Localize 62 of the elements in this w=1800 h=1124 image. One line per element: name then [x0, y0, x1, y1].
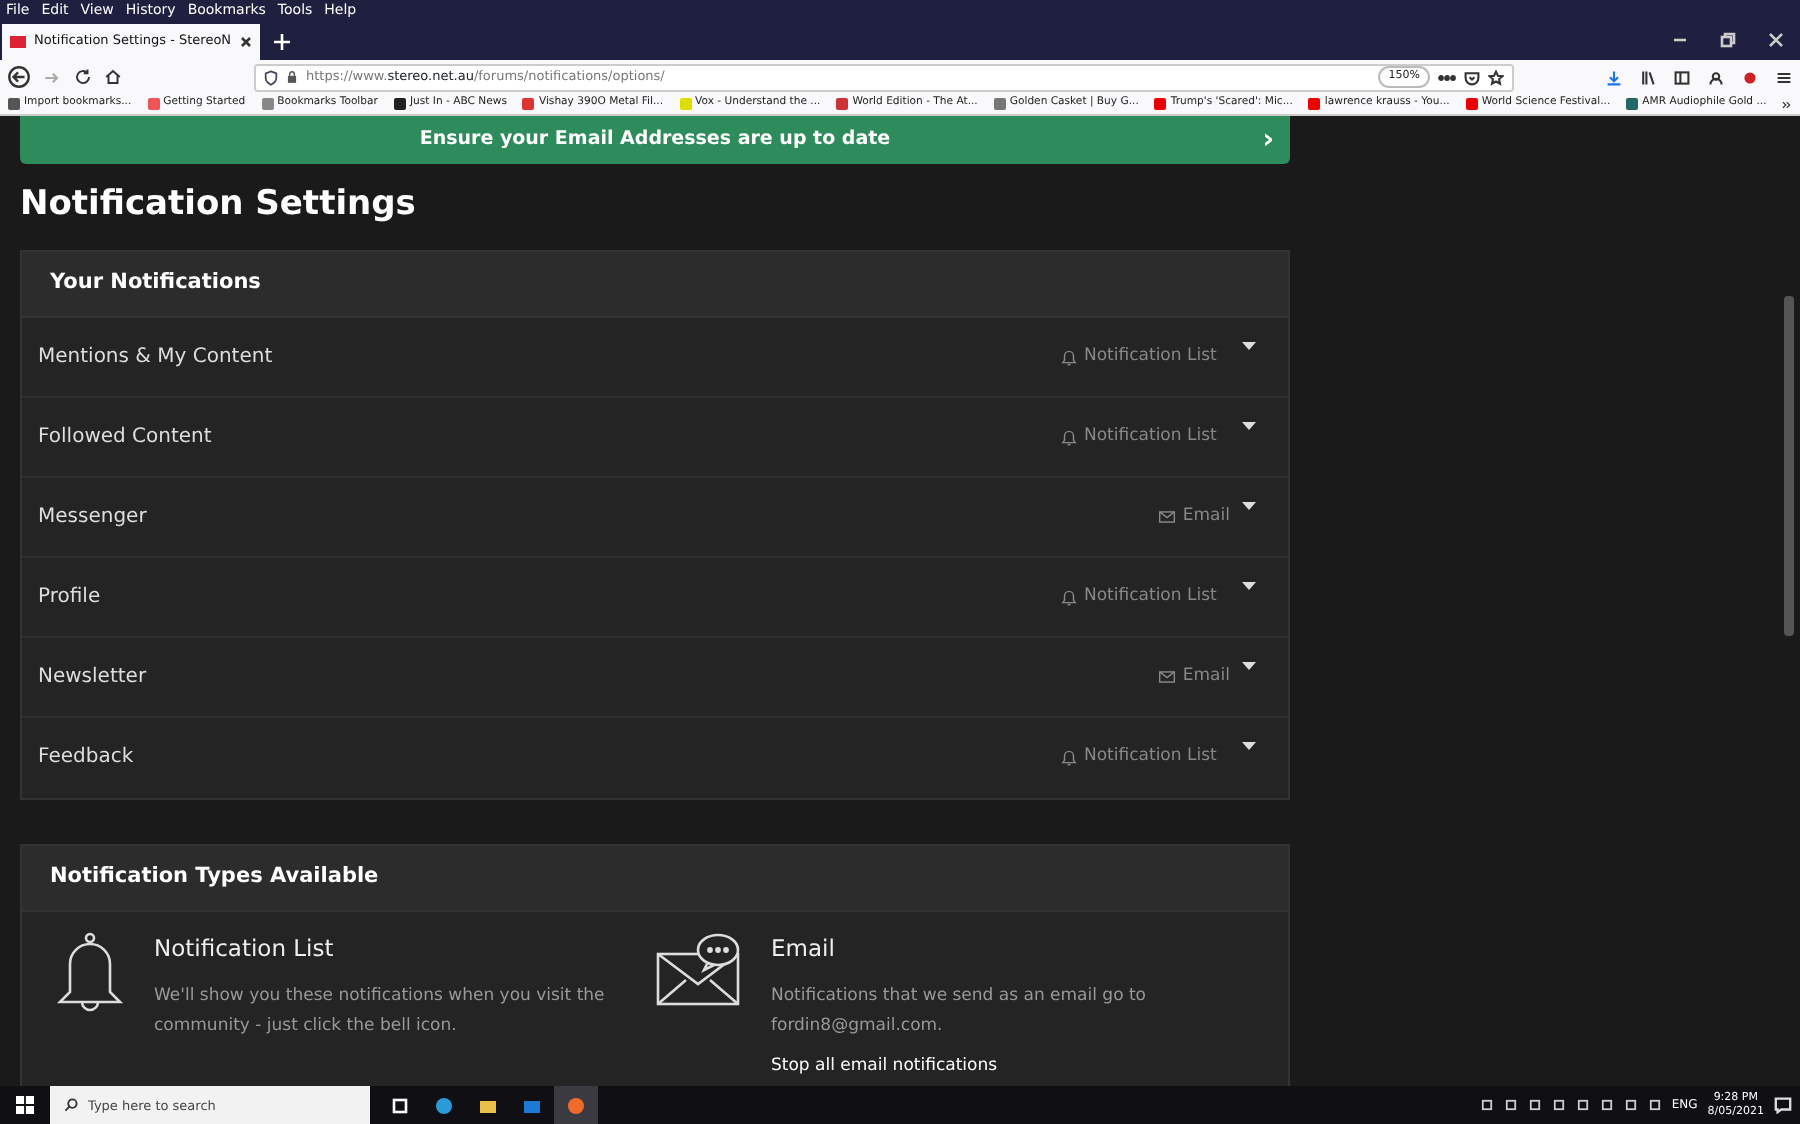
more-icon[interactable] — [1438, 73, 1456, 81]
home-icon[interactable] — [104, 68, 122, 86]
type-title: Email — [771, 931, 837, 965]
notification-row[interactable]: Mentions & My Content Notification List — [22, 317, 1288, 397]
caret-icon[interactable] — [1242, 341, 1256, 349]
back-icon[interactable] — [8, 66, 30, 88]
page-heading: Notification Settings — [20, 182, 418, 228]
caret-icon[interactable] — [1242, 581, 1256, 589]
bell-icon — [1060, 347, 1078, 365]
star-icon[interactable] — [1488, 69, 1504, 85]
overflow-icon[interactable] — [1782, 97, 1792, 111]
notification-row[interactable]: Messenger Email — [22, 477, 1288, 557]
scrollbar-thumb[interactable] — [1784, 296, 1794, 636]
setting-label: Messenger — [38, 503, 147, 531]
setting-label: Profile — [38, 583, 101, 611]
reload-icon[interactable] — [74, 68, 92, 86]
caret-icon[interactable] — [1242, 501, 1256, 509]
bell-icon — [1060, 587, 1078, 605]
delivery-method: Notification List — [1060, 343, 1230, 369]
bell-icon — [54, 931, 126, 1015]
panel-heading: Your Notifications — [22, 251, 1288, 317]
account-icon[interactable] — [1708, 69, 1724, 85]
restore-icon[interactable] — [1720, 32, 1736, 48]
sidebar-icon[interactable] — [1674, 69, 1690, 85]
notification-row[interactable]: Newsletter Email — [22, 637, 1288, 717]
setting-label: Mentions & My Content — [38, 343, 273, 371]
notification-icon[interactable] — [1774, 1096, 1792, 1114]
library-icon[interactable] — [1640, 69, 1656, 85]
alert-banner[interactable]: Ensure your Email Addresses are up to date › — [20, 116, 1290, 164]
task-view-icon[interactable] — [390, 1095, 410, 1115]
type-description: Notifications that we send as an email go to fordin8@gmail.com. — [771, 983, 1149, 1040]
type-title: Notification List — [154, 931, 336, 965]
stop-link[interactable]: Stop all email notifications — [771, 1053, 1251, 1079]
delivery-method: Notification List — [1060, 423, 1230, 449]
search-icon — [64, 1098, 78, 1112]
download-icon[interactable] — [1606, 69, 1622, 85]
notification-row[interactable]: Feedback Notification List — [22, 717, 1288, 797]
caret-icon[interactable] — [1242, 421, 1256, 429]
lock-icon — [286, 70, 298, 84]
new-tab-icon[interactable] — [271, 32, 292, 52]
bell-icon — [1060, 748, 1078, 766]
envelope-icon — [1158, 507, 1177, 525]
setting-label: Newsletter — [38, 663, 147, 691]
close-icon[interactable] — [239, 36, 252, 48]
delivery-method: Notification List — [1060, 583, 1230, 609]
pocket-icon[interactable] — [1464, 69, 1480, 85]
panel-heading: Notification Types Available — [22, 845, 1288, 911]
notification-row[interactable]: Profile Notification List — [22, 557, 1288, 637]
delivery-method: Email — [1010, 503, 1230, 529]
setting-label: Feedback — [38, 744, 134, 772]
start-icon[interactable] — [16, 1096, 34, 1114]
envelope-icon — [1158, 667, 1177, 685]
envelope-chat-icon — [655, 931, 743, 1007]
delivery-method: Notification List — [1060, 744, 1230, 770]
delivery-method: Email — [1010, 663, 1230, 689]
caret-icon[interactable] — [1242, 661, 1256, 669]
menu-icon[interactable] — [1776, 69, 1792, 85]
caret-icon[interactable] — [1242, 741, 1256, 749]
type-description: We'll show you these notifications when you visit the community - just click the bell icon. — [154, 983, 607, 1040]
notification-row[interactable]: Followed Content Notification List — [22, 397, 1288, 477]
setting-label: Followed Content — [38, 423, 212, 451]
bell-icon — [1060, 427, 1078, 445]
